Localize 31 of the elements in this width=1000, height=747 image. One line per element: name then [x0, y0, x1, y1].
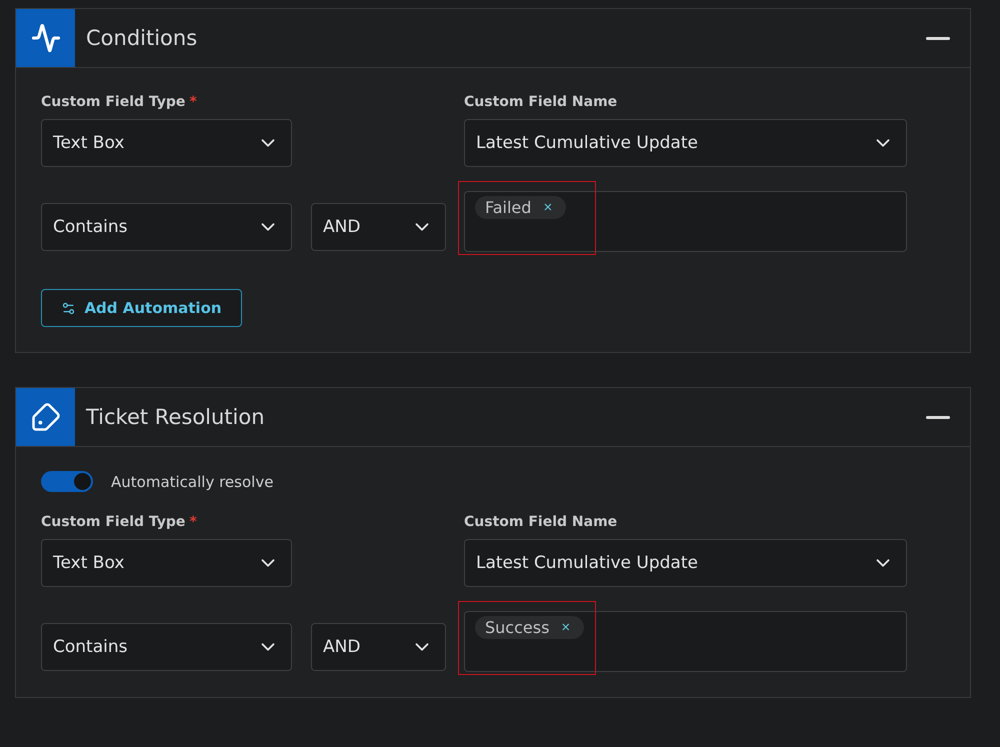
- tag-text: Success: [485, 618, 550, 637]
- operator-select[interactable]: Contains: [41, 623, 292, 671]
- field-label: Custom Field Type *: [41, 94, 292, 119]
- field-name-select[interactable]: Latest Cumulative Update: [464, 539, 907, 587]
- tag-icon: [30, 402, 60, 432]
- toggle-switch[interactable]: [41, 471, 93, 492]
- remove-tag-button[interactable]: ×: [561, 619, 570, 636]
- collapse-button[interactable]: [926, 36, 950, 40]
- field-name-select[interactable]: Latest Cumulative Update: [464, 119, 907, 167]
- field-type-select[interactable]: Text Box: [41, 539, 292, 587]
- field-label: Custom Field Name: [464, 94, 618, 112]
- tag-text: Failed: [485, 198, 532, 217]
- conjunction-select[interactable]: AND: [311, 623, 446, 671]
- tag-input-field[interactable]: Success ×: [464, 611, 907, 672]
- field-label: Custom Field Name: [464, 514, 618, 532]
- toggle-label: Automatically resolve: [111, 472, 274, 490]
- pulse-icon: [30, 23, 60, 53]
- collapse-button[interactable]: [926, 416, 950, 418]
- field-label: Custom Field Type *: [41, 514, 292, 539]
- required-mark: *: [189, 94, 197, 112]
- minus-icon: [926, 416, 950, 418]
- operator-select[interactable]: Contains: [41, 203, 292, 251]
- panel-title: Conditions: [86, 26, 198, 50]
- remove-tag-button[interactable]: ×: [543, 199, 552, 216]
- add-automation-button[interactable]: Add Automation: [41, 289, 242, 327]
- conjunction-select[interactable]: AND: [311, 203, 446, 251]
- field-type-select[interactable]: Text Box: [41, 119, 292, 167]
- tag-input-field[interactable]: Failed ×: [464, 191, 907, 252]
- panel-title: Ticket Resolution: [86, 405, 266, 429]
- required-mark: *: [189, 514, 197, 532]
- minus-icon: [926, 36, 950, 40]
